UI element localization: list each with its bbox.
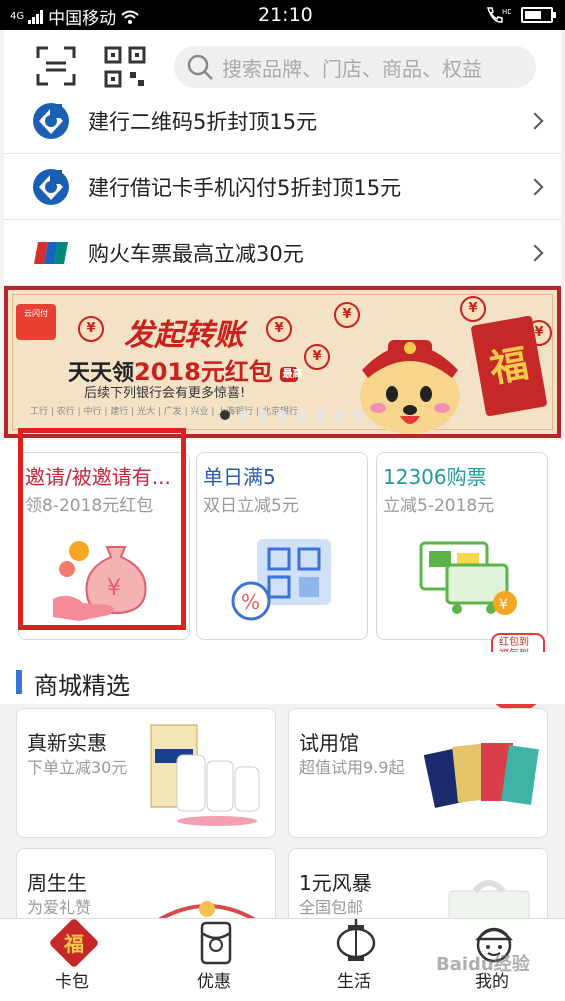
carousel-dot[interactable] <box>277 410 287 420</box>
wifi-icon <box>121 10 139 24</box>
status-left: 4G 中国移动 <box>10 4 140 29</box>
product-subtitle: 全国包邮 <box>299 898 364 917</box>
qr-discount-icon: % <box>231 539 331 621</box>
banner-tag: 最高 <box>280 366 303 382</box>
promo-list: 建行二维码5折封顶15元 建行借记卡手机闪付5折封顶15元 购火车票最高立减30… <box>4 88 561 286</box>
mall-section-header: 商城精选 <box>0 652 565 704</box>
carousel-dot[interactable] <box>258 410 268 420</box>
scan-icon[interactable] <box>36 46 76 86</box>
chevron-right-icon <box>526 112 544 129</box>
product-title: 1元风暴 <box>299 871 372 895</box>
card-wallet-icon: 福 <box>50 919 98 967</box>
feature-cards: 邀请/被邀请有... 领8-2018元红包 ¥ 单日满5 双日立减5元 % 12… <box>0 440 565 652</box>
float-text-1: 红包到 <box>499 635 529 648</box>
yuan-coin-icon: ¥ <box>78 316 104 342</box>
carousel-dot[interactable] <box>315 410 325 420</box>
card-subtitle: 领8-2018元红包 <box>25 496 154 516</box>
promo-label: 建行借记卡手机闪付5折封顶15元 <box>88 175 402 200</box>
status-bar: 4G 中国移动 21:10 HD <box>0 0 565 30</box>
face-masks-image <box>423 743 539 808</box>
hd-label: HD <box>502 8 511 16</box>
carousel-dot[interactable] <box>296 410 306 420</box>
promo-label: 购火车票最高立减30元 <box>88 241 304 266</box>
search-input[interactable]: 搜索品牌、门店、商品、权益 <box>174 46 536 88</box>
product-title: 真新实惠 <box>27 731 107 755</box>
product-subtitle: 超值试用9.9起 <box>299 758 405 777</box>
carousel-dot[interactable] <box>353 410 363 420</box>
carousel-dots <box>220 410 363 420</box>
nav-offers[interactable]: 优惠 <box>174 919 254 1001</box>
yuan-coin-icon: ¥ <box>460 296 486 322</box>
coupon-envelope-icon <box>200 921 232 965</box>
status-right: HD <box>485 6 556 24</box>
unionpay-logo-icon <box>34 241 68 264</box>
invite-card[interactable]: 邀请/被邀请有... 领8-2018元红包 ¥ <box>18 452 190 640</box>
card-subtitle: 双日立减5元 <box>203 496 299 516</box>
train-ticket-icon: ¥ <box>419 541 517 615</box>
ccb-logo-icon <box>33 102 69 139</box>
search-placeholder: 搜索品牌、门店、商品、权益 <box>222 56 482 81</box>
banner-title: 发起转账 <box>124 318 244 353</box>
svg-text:¥: ¥ <box>499 597 508 613</box>
nav-label: 生活 <box>337 972 371 992</box>
product-tile-2[interactable]: 试用馆 超值试用9.9起 <box>288 708 548 838</box>
carrier-name: 中国移动 <box>48 9 117 29</box>
daily-discount-card[interactable]: 单日满5 双日立减5元 % <box>196 452 368 640</box>
ccb-logo-icon <box>33 168 69 205</box>
nav-card-wallet[interactable]: 福 卡包 <box>32 919 112 1001</box>
lantern-icon <box>336 919 376 961</box>
promo-row-1[interactable]: 建行二维码5折封顶15元 <box>4 88 561 154</box>
card-subtitle: 立减5-2018元 <box>383 496 495 516</box>
section-accent-bar <box>16 670 22 694</box>
carousel-dot[interactable] <box>239 410 249 420</box>
clock: 21:10 <box>258 4 313 26</box>
nav-fu-char: 福 <box>63 932 84 956</box>
battery-icon <box>521 7 556 23</box>
banner-note: 后续下列银行会有更多惊喜! <box>84 386 246 401</box>
card-title: 12306购票 <box>383 465 487 489</box>
chevron-right-icon <box>526 178 544 195</box>
svg-text:¥: ¥ <box>107 576 121 601</box>
product-tile-1[interactable]: 真新实惠 下单立减30元 <box>16 708 276 838</box>
product-subtitle: 下单立减30元 <box>27 758 128 777</box>
card-title: 单日满5 <box>203 465 276 489</box>
carousel-dot[interactable] <box>334 410 344 420</box>
signal-icon <box>28 9 44 24</box>
nav-label: 优惠 <box>197 972 231 992</box>
yuan-coin-icon: ¥ <box>266 316 292 342</box>
promo-row-2[interactable]: 建行借记卡手机闪付5折封顶15元 <box>4 154 561 220</box>
nav-life[interactable]: 生活 <box>314 919 394 1001</box>
card-title: 邀请/被邀请有... <box>25 465 171 489</box>
svg-text:%: % <box>241 590 260 614</box>
section-title: 商城精选 <box>34 672 130 700</box>
product-subtitle: 为爱礼赞 <box>27 898 92 917</box>
promo-label: 建行二维码5折封顶15元 <box>88 109 318 134</box>
promo-banner[interactable]: 云闪付 ¥ ¥ ¥ ¥ ¥ ¥ 发起转账 天天领2018元红包 最高 后续下列银… <box>4 286 561 438</box>
supplement-bottles-image <box>150 724 260 826</box>
train-ticket-card[interactable]: 12306购票 立减5-2018元 ¥ <box>376 452 548 640</box>
yuan-coin-icon: ¥ <box>304 344 330 370</box>
money-bag-hand-icon: ¥ <box>53 541 147 621</box>
nav-label: 卡包 <box>55 972 89 992</box>
product-title: 周生生 <box>27 871 87 895</box>
carousel-dot[interactable] <box>220 410 230 420</box>
app-badge: 云闪付 <box>16 304 56 340</box>
qrcode-icon[interactable] <box>104 46 146 88</box>
hd-call-icon: HD <box>486 7 511 23</box>
dog-mascot-image <box>360 340 460 434</box>
product-title: 试用馆 <box>299 731 359 755</box>
watermark-logo: Baidu经验 <box>436 954 530 975</box>
promo-row-3[interactable]: 购火车票最高立减30元 <box>4 220 561 286</box>
search-icon <box>187 54 213 80</box>
network-type: 4G <box>10 11 25 22</box>
chevron-right-icon <box>526 244 544 261</box>
